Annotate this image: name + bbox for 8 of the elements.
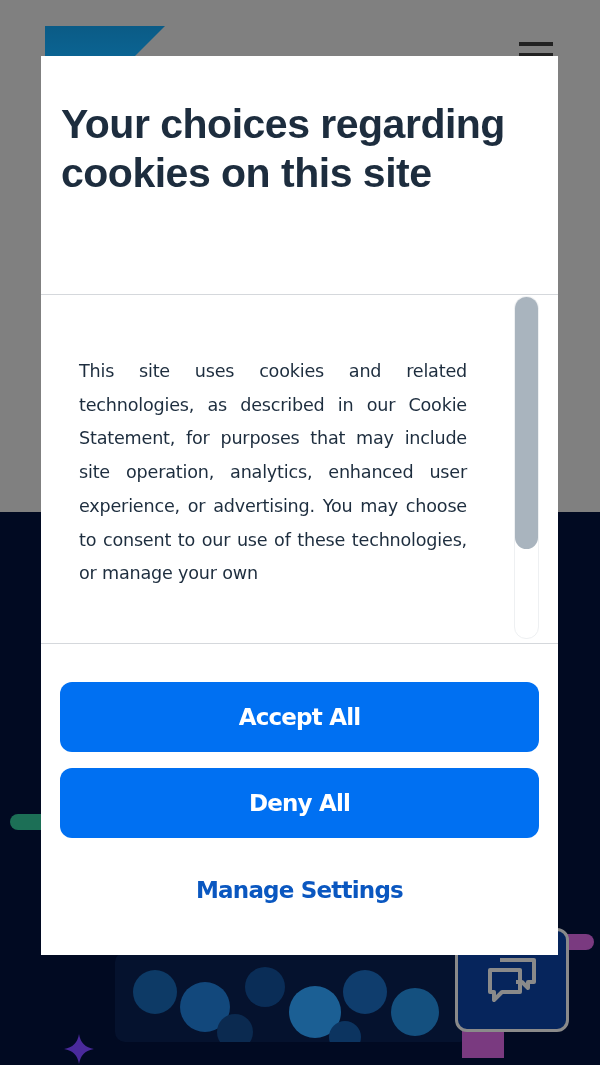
dialog-title: Your choices regarding cookies on this site [61,100,506,198]
dialog-text: This site uses cookies and related technologies, as described in our Cookie Statement, for purposes that may include site operation, analytics, enhanced user experience, or advertising. You may choose to consent to our use of these technologies, or manage your own [79,360,467,586]
consent-button[interactable]: Accept All [60,682,539,752]
chat-icon [486,956,538,1004]
scrollbar[interactable] [514,296,539,639]
sparkle-icon [64,1034,94,1064]
consent-button[interactable]: Deny All [60,768,539,838]
settings-link[interactable]: Manage Settings [60,854,539,926]
